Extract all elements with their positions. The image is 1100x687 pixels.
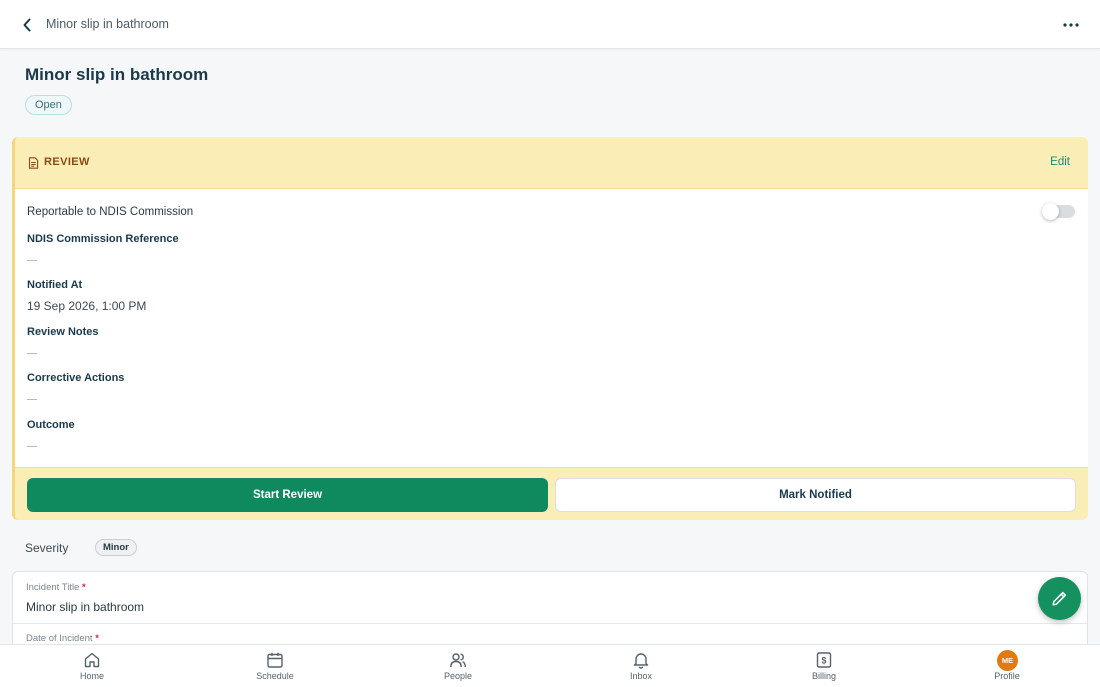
ndis-reference-label: NDIS Commission Reference [27,233,179,245]
required-marker: * [81,582,86,593]
nav-people-label: People [443,671,473,681]
calendar-icon [267,652,283,668]
incident-title-value[interactable]: Minor slip in bathroom [26,600,144,614]
avatar: ME [997,650,1018,671]
toggle-knob [1042,203,1059,220]
corrective-actions-value [27,399,37,400]
nav-profile[interactable]: ME Profile [962,645,1052,687]
outcome-label: Outcome [27,419,75,431]
ndis-reference-value [27,260,37,261]
edit-fab-button[interactable] [1038,577,1081,620]
nav-profile-label: Profile [994,671,1020,681]
home-icon [84,652,100,668]
top-app-bar: Minor slip in bathroom [0,0,1100,49]
incident-title-label: Incident Title * [26,582,86,593]
status-badge: Open [25,95,72,115]
pencil-icon [1052,591,1067,606]
nav-schedule-label: Schedule [256,671,294,681]
svg-text:$: $ [821,656,826,666]
review-card: REVIEW Edit Reportable to NDIS Commissio… [12,137,1088,520]
nav-home[interactable]: Home [47,645,137,687]
document-icon [28,157,39,169]
incident-title-label-text: Incident Title [26,582,80,593]
corrective-actions-label: Corrective Actions [27,372,125,384]
divider [13,623,1087,624]
severity-label: Severity [25,541,69,555]
chevron-left-icon [23,18,31,32]
outcome-value [27,446,37,447]
severity-badge: Minor [95,539,137,556]
page-title: Minor slip in bathroom [25,65,209,84]
reportable-label: Reportable to NDIS Commission [27,206,194,218]
review-actions: Start Review Mark Notified [15,467,1088,520]
review-section-label: REVIEW [44,156,90,168]
nav-inbox-label: Inbox [629,671,653,681]
notified-at-label: Notified At [27,279,83,291]
date-of-incident-label: Date of Incident * [26,633,99,644]
review-header: REVIEW Edit [15,137,1088,189]
nav-home-label: Home [79,671,104,681]
more-horizontal-icon [1063,23,1079,27]
more-options-button[interactable] [1060,14,1082,36]
bottom-navigation: Home Schedule People Inbox $ Billing ME [0,644,1100,687]
review-details: Reportable to NDIS Commission NDIS Commi… [15,189,1088,467]
bell-icon [633,653,649,669]
billing-icon: $ [816,652,832,668]
people-icon [450,653,466,668]
notified-at-value: 19 Sep 2026, 1:00 PM [27,299,147,313]
date-of-incident-label-text: Date of Incident [26,633,93,644]
review-notes-label: Review Notes [27,326,99,338]
nav-schedule[interactable]: Schedule [230,645,320,687]
nav-inbox[interactable]: Inbox [596,645,686,687]
nav-billing[interactable]: $ Billing [779,645,869,687]
nav-billing-label: Billing [811,671,836,681]
back-button[interactable] [16,14,38,36]
required-marker: * [95,633,99,644]
start-review-button[interactable]: Start Review [27,478,548,512]
mark-notified-button[interactable]: Mark Notified [555,478,1076,512]
reportable-toggle[interactable] [1042,203,1075,220]
review-notes-value [27,353,37,354]
nav-people[interactable]: People [413,645,503,687]
edit-review-link[interactable]: Edit [1050,156,1070,168]
topbar-title: Minor slip in bathroom [46,17,169,31]
